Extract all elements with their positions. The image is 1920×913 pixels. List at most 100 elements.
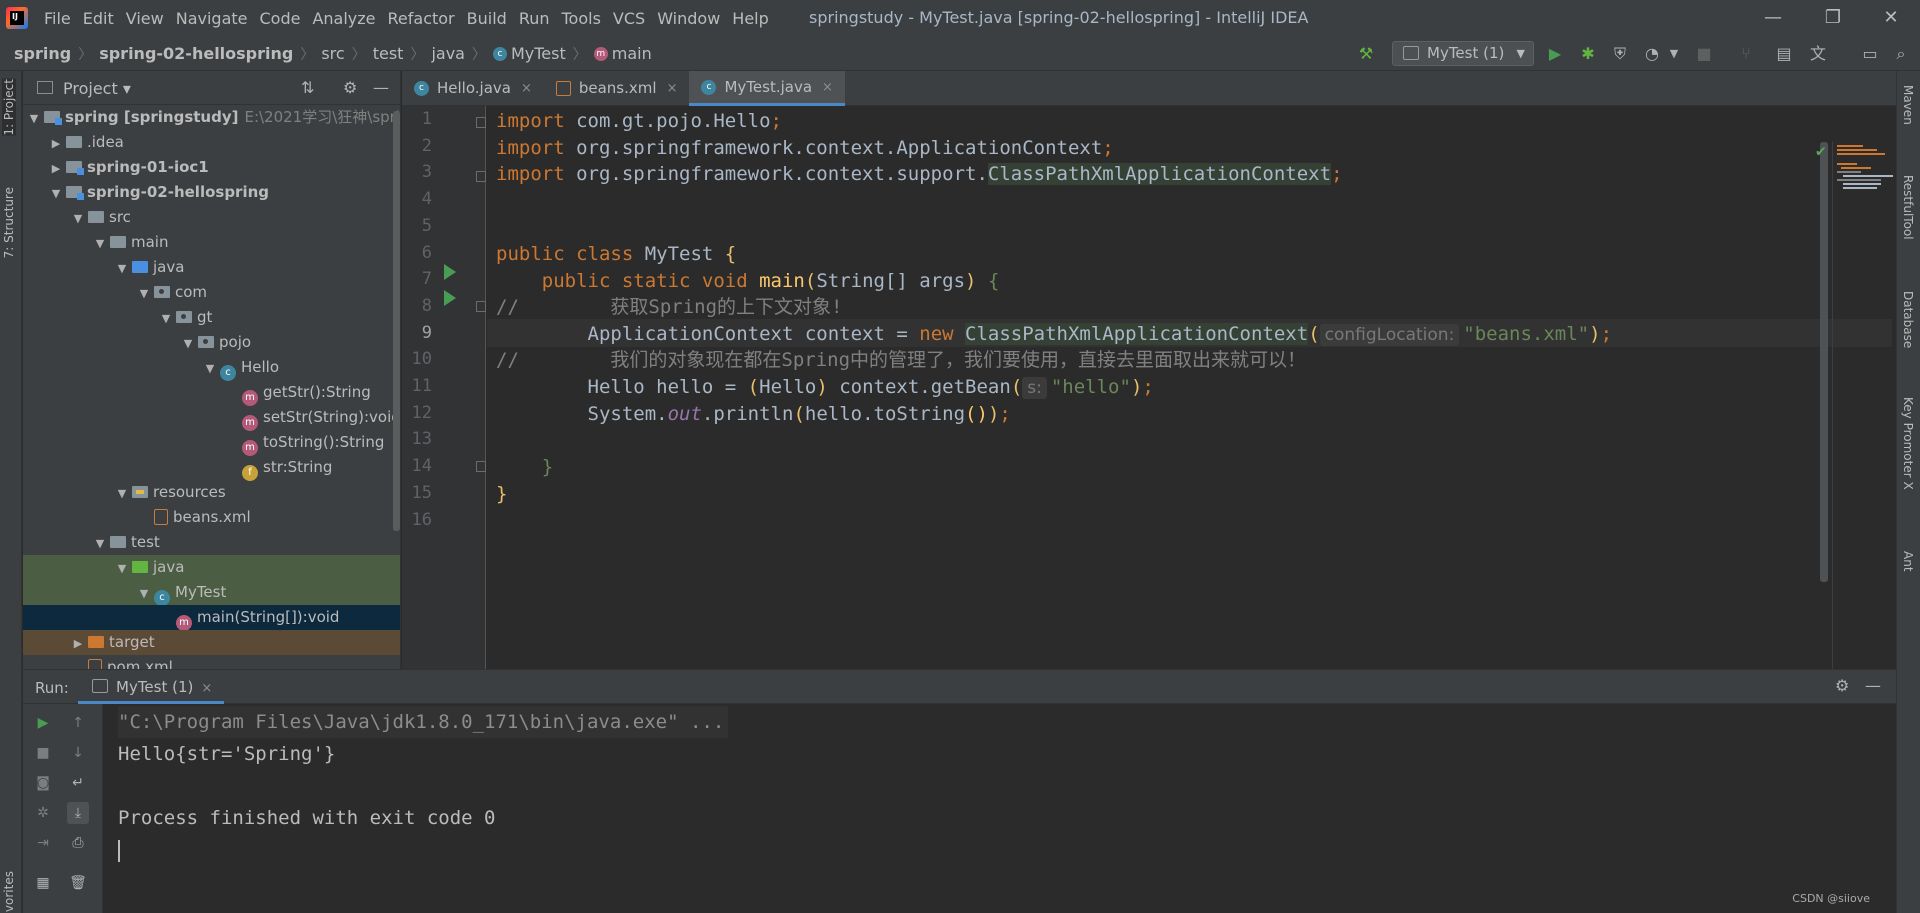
scroll-down-icon[interactable]: ↓ <box>67 742 89 764</box>
vcs-icon[interactable]: ⑂ <box>1736 44 1756 64</box>
tree-node[interactable]: m toString():String <box>23 430 400 456</box>
close-run-tab-icon[interactable]: × <box>201 681 212 696</box>
expanded-arrow-icon[interactable]: ▼ <box>27 106 41 131</box>
trash-icon[interactable]: 🗑 <box>67 872 89 894</box>
camera-icon[interactable]: ◙ <box>32 772 54 794</box>
breadcrumb-item-src[interactable]: src <box>321 44 344 63</box>
collapsed-arrow-icon[interactable]: ▶ <box>71 631 85 656</box>
breadcrumb-item-test[interactable]: test <box>373 44 404 63</box>
project-panel-title[interactable]: Project ▾ <box>63 79 131 98</box>
collapsed-arrow-icon[interactable]: ▶ <box>49 156 63 181</box>
tree-node[interactable]: ▶ target <box>23 630 400 656</box>
database-tool-tab[interactable]: Database <box>1901 291 1915 348</box>
tree-node[interactable]: m getStr():String <box>23 380 400 406</box>
gear-icon[interactable]: ⚙ <box>1835 676 1849 695</box>
maven-tool-tab[interactable]: Maven <box>1901 85 1915 125</box>
debug-bug-icon[interactable]: ✱ <box>1578 44 1598 64</box>
restore-window-button[interactable]: ❐ <box>1821 6 1845 30</box>
breadcrumb-item-class[interactable]: c MyTest <box>492 44 566 63</box>
more-run-options-icon[interactable]: ▼ <box>1664 44 1684 64</box>
close-tab-icon[interactable]: × <box>667 71 678 106</box>
hide-panel-icon[interactable]: — <box>1865 676 1881 695</box>
exit-icon[interactable]: ⇥ <box>32 832 54 854</box>
run-tab-mytest[interactable]: MyTest (1) × <box>78 670 225 704</box>
tree-node[interactable]: ▼ c Hello <box>23 355 400 381</box>
close-window-button[interactable]: ✕ <box>1879 6 1903 30</box>
expanded-arrow-icon[interactable]: ▼ <box>115 256 129 281</box>
gear-icon[interactable]: ⚙ <box>343 78 357 97</box>
code-area[interactable]: import com.gt.pojo.Hello; import org.spr… <box>402 106 1893 704</box>
menu-tools[interactable]: Tools <box>562 9 601 28</box>
tree-node[interactable]: m setStr(String):void <box>23 405 400 431</box>
restfultool-tool-tab[interactable]: RestfulTool <box>1901 175 1915 240</box>
favorites-tool-tab[interactable]: Favorites <box>2 871 16 913</box>
menu-help[interactable]: Help <box>732 9 768 28</box>
translate-icon[interactable]: 文 <box>1808 44 1828 64</box>
menu-edit[interactable]: Edit <box>83 9 114 28</box>
breadcrumb-item-project[interactable]: spring <box>14 44 71 63</box>
presentation-icon[interactable]: ▭ <box>1860 44 1880 64</box>
tree-node[interactable]: ▼ resources <box>23 480 400 506</box>
tree-node[interactable]: beans.xml <box>23 505 400 530</box>
tree-node[interactable]: ▶ spring-01-ioc1 <box>23 155 400 181</box>
expanded-arrow-icon[interactable]: ▼ <box>93 231 107 256</box>
layout-icon[interactable]: ▦ <box>32 872 54 894</box>
menu-file[interactable]: File <box>44 9 71 28</box>
expanded-arrow-icon[interactable]: ▼ <box>181 331 195 356</box>
expanded-arrow-icon[interactable]: ▼ <box>137 581 151 606</box>
tree-node[interactable]: ▼ c MyTest <box>23 580 400 606</box>
close-tab-icon[interactable]: × <box>521 71 532 106</box>
search-icon[interactable]: ⌕ <box>1891 44 1911 64</box>
profile-icon[interactable]: ◔ <box>1642 44 1662 64</box>
tree-node[interactable]: ▼ spring-02-hellospring <box>23 180 400 206</box>
tab-mytest-java[interactable]: c MyTest.java × <box>689 70 845 106</box>
tree-node[interactable]: pom.xml <box>23 655 400 669</box>
tree-node[interactable]: ▼ gt <box>23 305 400 331</box>
project-structure-icon[interactable]: ▤ <box>1774 44 1794 64</box>
stop-icon[interactable]: ■ <box>1694 44 1714 64</box>
soft-wrap-icon[interactable]: ↵ <box>67 772 89 794</box>
tree-node[interactable]: ▼ java <box>23 555 400 580</box>
tree-node[interactable]: ▼ com <box>23 280 400 306</box>
breadcrumb-item-module[interactable]: spring-02-hellospring <box>99 44 293 63</box>
coverage-shield-icon[interactable]: ⛨ <box>1610 44 1630 64</box>
breadcrumb-item-java[interactable]: java <box>431 44 465 63</box>
tree-node[interactable]: ▼ spring [springstudy] E:\2021学习\狂神\spring <box>23 105 400 131</box>
expanded-arrow-icon[interactable]: ▼ <box>49 181 63 206</box>
scroll-up-icon[interactable]: ↑ <box>67 712 89 734</box>
tree-node[interactable]: m main(String[]):void <box>23 605 400 631</box>
print-icon[interactable]: ⎙ <box>67 832 89 854</box>
expanded-arrow-icon[interactable]: ▼ <box>159 306 173 331</box>
expanded-arrow-icon[interactable]: ▼ <box>203 356 217 381</box>
tree-node[interactable]: ▶ .idea <box>23 130 400 156</box>
breadcrumb-item-method[interactable]: m main <box>593 44 652 63</box>
collapse-all-icon[interactable]: ⇅ <box>301 78 314 97</box>
menu-window[interactable]: Window <box>657 9 720 28</box>
menu-run[interactable]: Run <box>519 9 550 28</box>
hide-panel-icon[interactable]: — <box>373 78 389 97</box>
tree-node[interactable]: ▼ test <box>23 530 400 556</box>
expanded-arrow-icon[interactable]: ▼ <box>115 481 129 506</box>
menu-view[interactable]: View <box>126 9 164 28</box>
tree-node[interactable]: f str:String <box>23 455 400 481</box>
tree-node[interactable]: ▼ main <box>23 230 400 256</box>
settings-icon[interactable]: ✲ <box>32 802 54 824</box>
tab-hello-java[interactable]: c Hello.java × <box>402 71 544 106</box>
tree-node[interactable]: ▼ java <box>23 255 400 281</box>
tree-node[interactable]: ▼ pojo <box>23 330 400 356</box>
menu-analyze[interactable]: Analyze <box>312 9 375 28</box>
menu-code[interactable]: Code <box>260 9 301 28</box>
expanded-arrow-icon[interactable]: ▼ <box>137 281 151 306</box>
run-icon[interactable]: ▶ <box>1545 44 1565 64</box>
ant-tool-tab[interactable]: Ant <box>1901 551 1915 572</box>
rerun-icon[interactable]: ▶ <box>32 712 54 734</box>
minimize-window-button[interactable]: — <box>1761 6 1785 30</box>
expanded-arrow-icon[interactable]: ▼ <box>93 531 107 556</box>
menu-refactor[interactable]: Refactor <box>388 9 455 28</box>
collapsed-arrow-icon[interactable]: ▶ <box>49 131 63 156</box>
project-tool-tab[interactable]: 1: Project <box>2 79 16 136</box>
stop-icon[interactable]: ■ <box>32 742 54 764</box>
project-tree-scrollbar[interactable] <box>393 111 400 531</box>
key-promoter-tool-tab[interactable]: Key Promoter X <box>1901 397 1915 490</box>
close-tab-icon[interactable]: × <box>822 70 833 105</box>
